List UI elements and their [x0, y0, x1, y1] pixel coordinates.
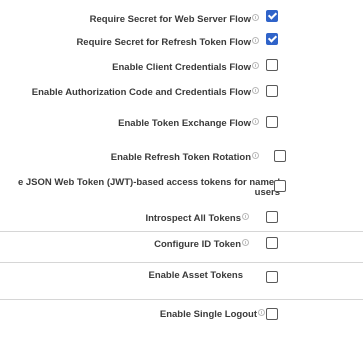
help-icon[interactable]	[252, 62, 259, 69]
token-exchange-checkbox[interactable]	[266, 116, 278, 128]
setting-label: Enable Client Credentials Flow	[112, 62, 259, 73]
setting-label-text: Enable Single Logout	[159, 309, 257, 320]
help-icon[interactable]	[242, 239, 249, 246]
setting-label: e JSON Web Token (JWT)-based access toke…	[0, 177, 286, 198]
configure-id-token-checkbox[interactable]	[266, 237, 278, 249]
setting-label-text: Configure ID Token	[154, 239, 241, 250]
auth-code-credentials-checkbox[interactable]	[266, 85, 278, 97]
help-icon[interactable]	[252, 14, 259, 21]
section-divider	[0, 299, 363, 300]
setting-label: Require Secret for Web Server Flow	[90, 14, 259, 25]
require-secret-refresh-token-checkbox[interactable]	[266, 33, 278, 45]
setting-label-text: Enable Authorization Code and Credential…	[31, 87, 251, 98]
asset-tokens-checkbox[interactable]	[266, 271, 278, 283]
help-icon[interactable]	[242, 213, 249, 220]
jwt-access-tokens-checkbox[interactable]	[274, 180, 286, 192]
help-icon[interactable]	[252, 37, 259, 44]
setting-label-text: Enable Token Exchange Flow	[118, 118, 251, 129]
setting-label-text: e JSON Web Token (JWT)-based access toke…	[17, 177, 280, 198]
help-icon[interactable]	[258, 309, 265, 316]
help-icon[interactable]	[252, 87, 259, 94]
single-logout-checkbox[interactable]	[266, 308, 278, 320]
require-secret-web-server-checkbox[interactable]	[266, 10, 278, 22]
setting-label-text: Introspect All Tokens	[145, 213, 241, 224]
setting-label: Require Secret for Refresh Token Flow	[76, 37, 259, 48]
setting-label-text: Enable Asset Tokens	[148, 270, 243, 281]
refresh-token-rotation-checkbox[interactable]	[274, 150, 286, 162]
setting-label: Enable Token Exchange Flow	[118, 118, 259, 129]
section-divider	[0, 231, 363, 232]
setting-label-text: Enable Client Credentials Flow	[112, 62, 251, 73]
help-icon[interactable]	[252, 152, 259, 159]
section-divider	[0, 262, 363, 263]
help-icon[interactable]	[252, 118, 259, 125]
setting-label-text: Require Secret for Web Server Flow	[89, 14, 251, 25]
setting-label: Enable Single Logout	[160, 309, 265, 320]
setting-label: Enable Refresh Token Rotation	[111, 152, 259, 163]
introspect-all-tokens-checkbox[interactable]	[266, 211, 278, 223]
setting-label-text: Require Secret for Refresh Token Flow	[76, 37, 251, 48]
setting-label: Configure ID Token	[154, 239, 249, 250]
setting-label: Enable Asset Tokens	[148, 271, 243, 281]
setting-label: Enable Authorization Code and Credential…	[32, 87, 259, 98]
setting-label: Introspect All Tokens	[145, 213, 249, 224]
setting-label-text: Enable Refresh Token Rotation	[110, 152, 251, 163]
client-credentials-checkbox[interactable]	[266, 59, 278, 71]
